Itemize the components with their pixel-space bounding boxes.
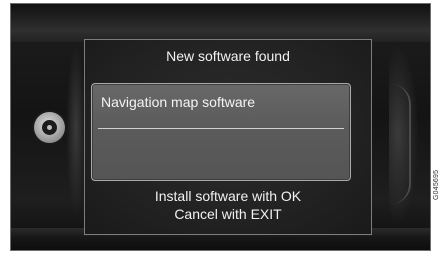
software-item-label: Navigation map software [101, 94, 256, 110]
figure-code: G045695 [433, 169, 440, 200]
upper-bezel [11, 4, 430, 42]
device-frame: New software found Navigation map softwa… [10, 3, 431, 251]
knob-center [42, 120, 57, 135]
display-screen: New software found Navigation map softwa… [84, 39, 372, 235]
dialog-title: New software found [166, 48, 290, 64]
divider [98, 128, 344, 129]
left-reflection [66, 44, 86, 214]
right-bezel-arc [391, 84, 411, 204]
install-instruction: Install software with OK [154, 188, 302, 204]
cancel-instruction: Cancel with EXIT [174, 206, 282, 222]
control-knob-icon[interactable] [34, 112, 65, 143]
software-item-panel[interactable]: Navigation map software [91, 83, 351, 181]
knob-dot [47, 125, 52, 130]
